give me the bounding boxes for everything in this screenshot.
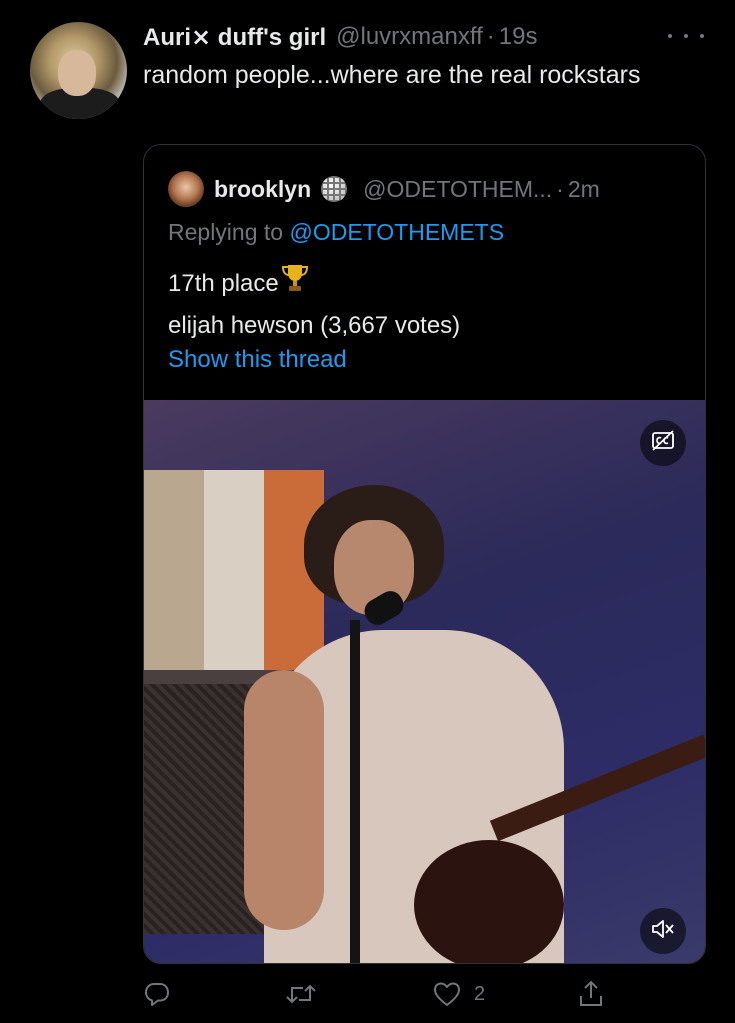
quoted-timestamp[interactable]: 2m <box>568 176 600 203</box>
quoted-tweet-text: 17th place elijah hewson (3,667 votes) <box>168 263 460 346</box>
trophy-icon <box>281 263 309 306</box>
like-button[interactable]: 2 <box>432 976 485 1012</box>
background-flag <box>144 470 324 670</box>
tweet-text: random people...where are the real rocks… <box>143 61 641 89</box>
tweet-actions: 2 <box>0 976 735 1012</box>
quoted-user-handle[interactable]: @ODETOTHEM... <box>363 176 552 203</box>
mute-button[interactable] <box>640 908 686 954</box>
retweet-icon <box>285 980 317 1008</box>
show-thread-link[interactable]: Show this thread <box>168 346 347 374</box>
muted-speaker-icon <box>650 918 676 945</box>
closed-captions-button[interactable] <box>640 420 686 466</box>
timestamp[interactable]: 19s <box>499 23 538 51</box>
share-button[interactable] <box>577 976 605 1012</box>
performer-arm <box>244 670 324 930</box>
reply-button[interactable] <box>143 976 171 1012</box>
quoted-tweet[interactable]: brooklyn @ODETOTHEM... · 2m Replying to … <box>143 144 706 964</box>
tweet-header: Auri⨯ duff's girl @luvrxmanxff · 19s <box>143 22 537 52</box>
user-handle[interactable]: @luvrxmanxff <box>336 23 483 51</box>
separator-dot: · <box>486 23 495 50</box>
video-player[interactable] <box>144 400 705 963</box>
quoted-display-name[interactable]: brooklyn <box>214 176 311 203</box>
share-icon <box>577 979 605 1009</box>
tweet[interactable]: Auri⨯ duff's girl @luvrxmanxff · 19s ran… <box>0 0 735 1023</box>
guitar-body <box>414 840 564 963</box>
disco-ball-icon <box>321 176 348 202</box>
replying-mention-link[interactable]: @ODETOTHEMETS <box>289 219 504 245</box>
avatar[interactable] <box>30 22 127 119</box>
replying-to: Replying to @ODETOTHEMETS <box>168 219 504 246</box>
reply-icon <box>143 980 171 1008</box>
mic-stand <box>350 620 360 963</box>
like-count: 2 <box>474 982 486 1005</box>
quoted-text-line1: 17th place <box>168 269 279 297</box>
avatar-face <box>58 50 96 96</box>
retweet-button[interactable] <box>285 976 317 1012</box>
display-name[interactable]: Auri⨯ duff's girl <box>143 23 326 52</box>
quoted-separator-dot: · <box>556 175 564 202</box>
heart-icon <box>432 980 462 1008</box>
more-options-icon[interactable] <box>668 26 704 46</box>
quoted-text-line2: elijah hewson (3,667 votes) <box>168 312 461 339</box>
replying-prefix: Replying to <box>168 219 284 245</box>
quoted-tweet-header: brooklyn @ODETOTHEM... · 2m <box>168 171 600 207</box>
closed-captions-icon <box>651 429 675 457</box>
quoted-avatar[interactable] <box>168 171 204 207</box>
